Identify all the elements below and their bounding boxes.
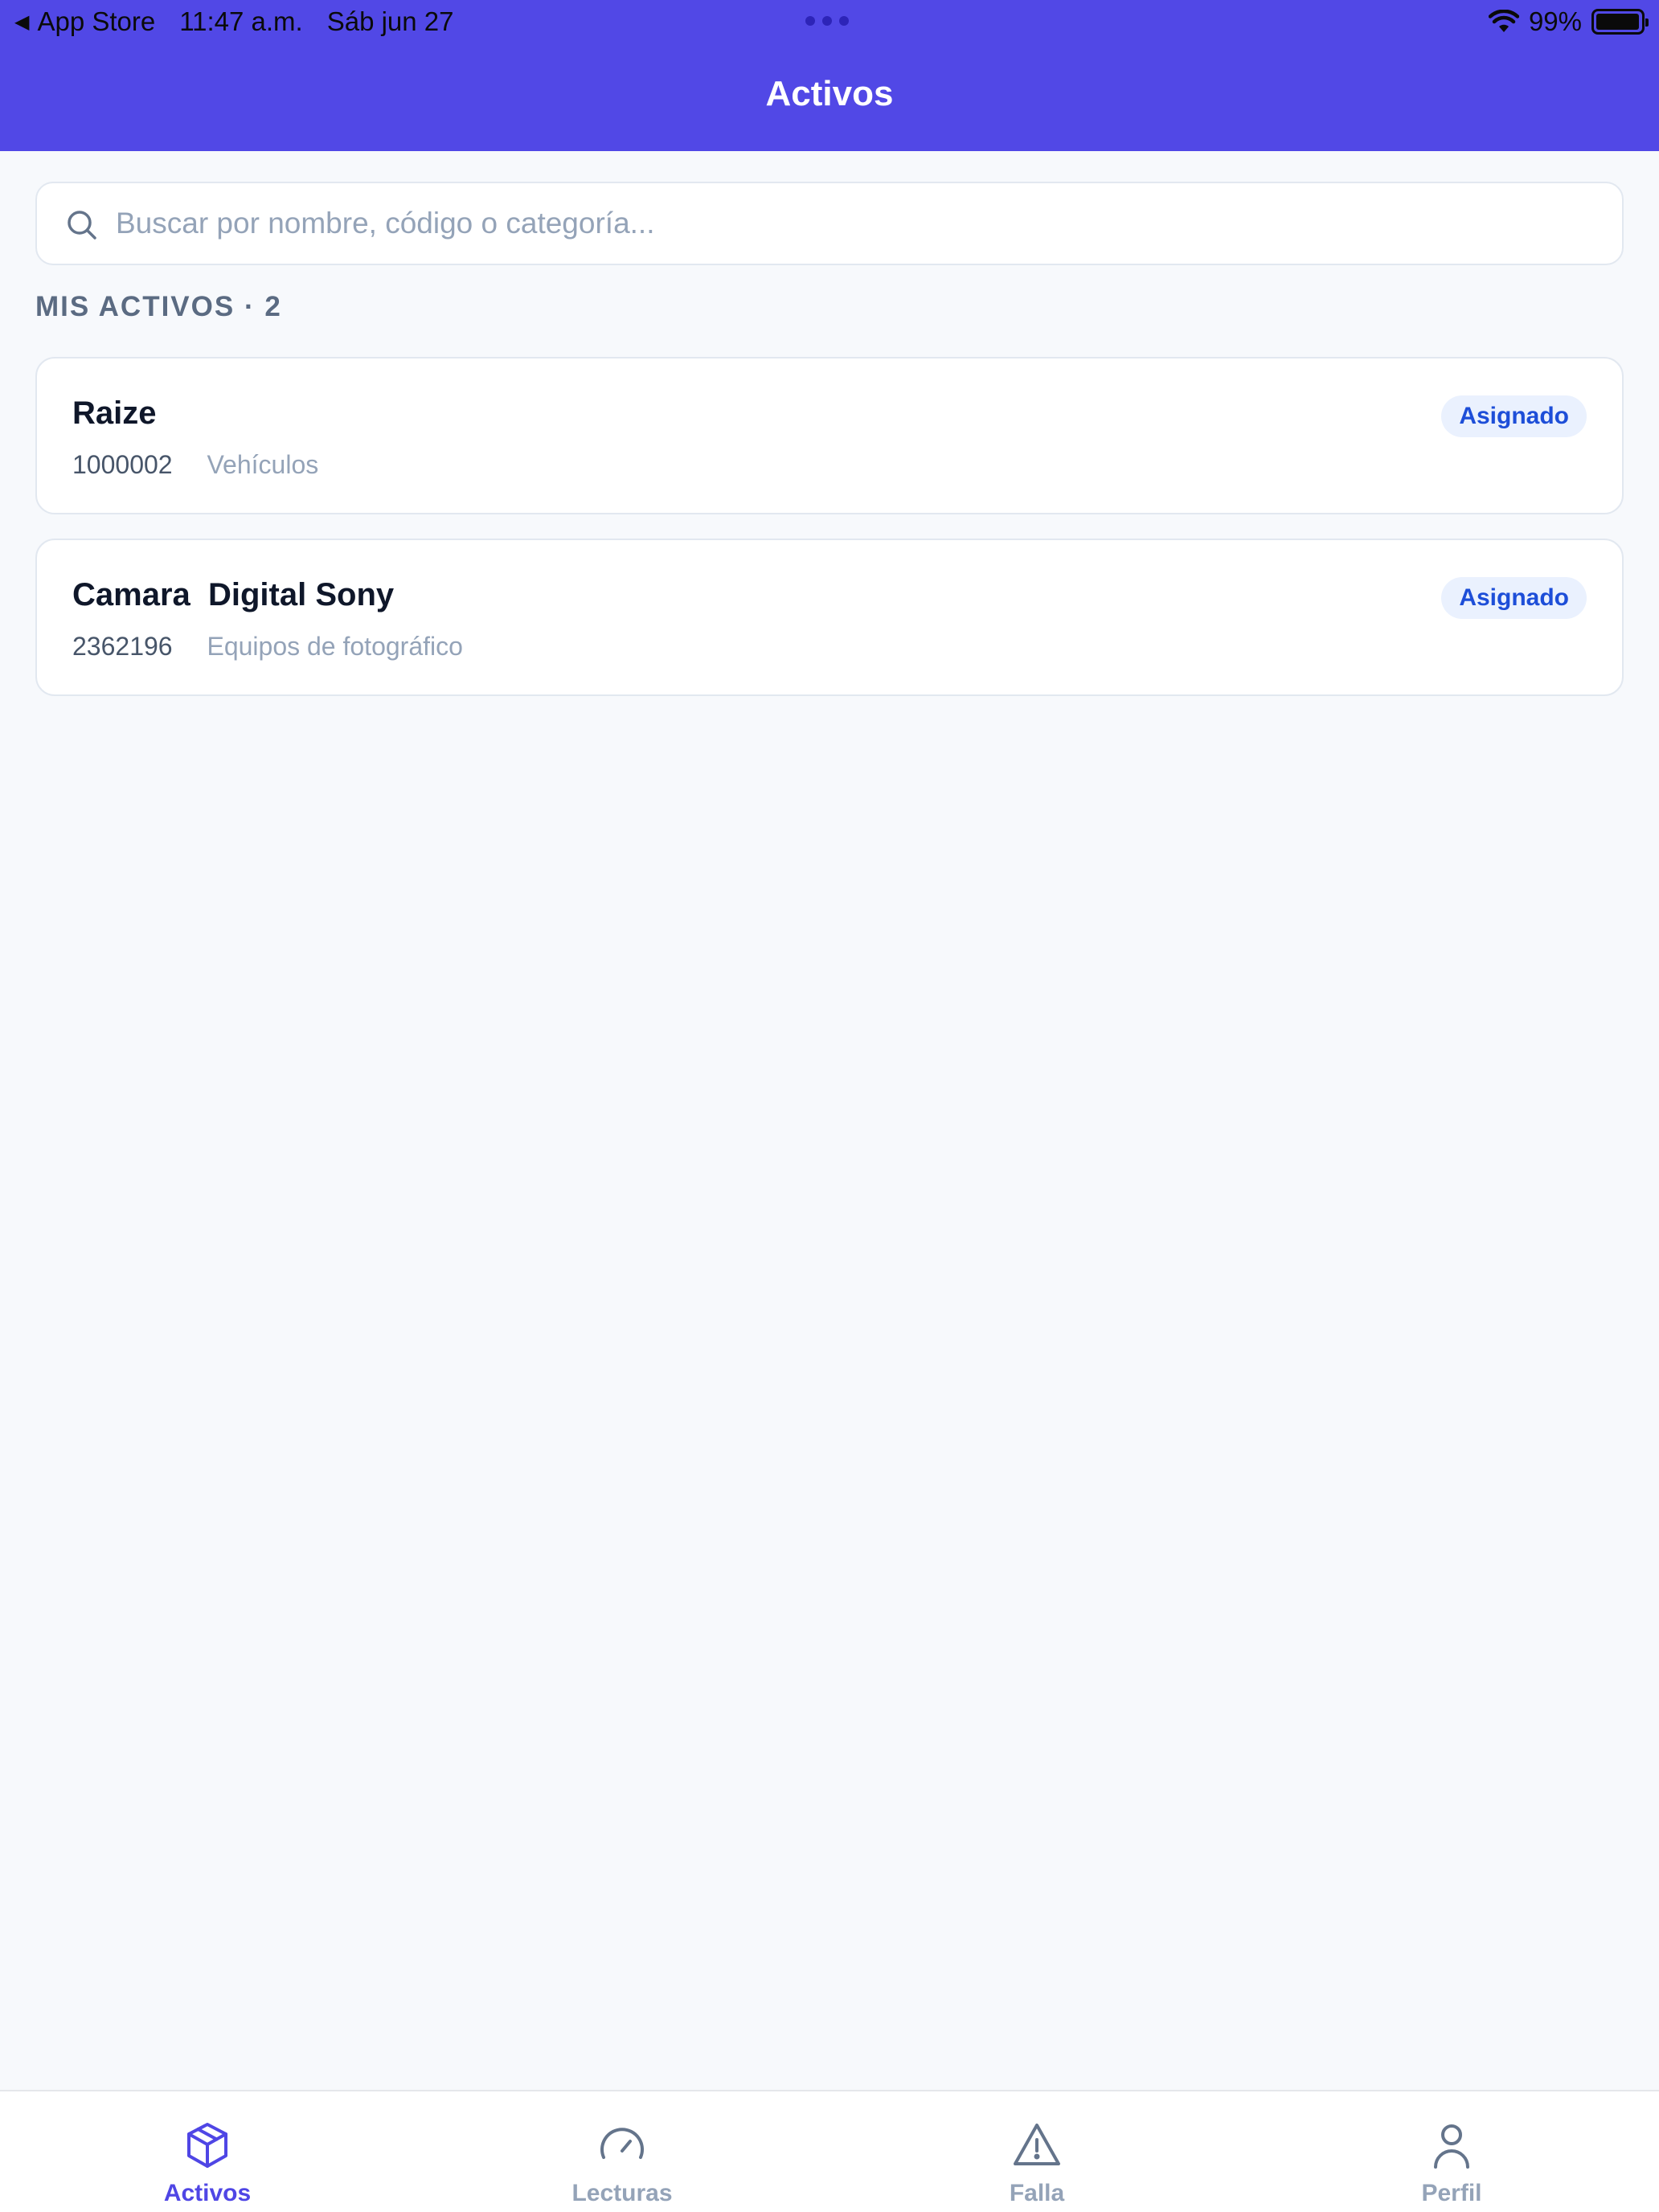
status-time: 11:47 a.m. bbox=[179, 6, 303, 36]
tab-falla[interactable]: Falla bbox=[830, 2091, 1244, 2212]
status-left: ◀ App Store 11:47 a.m. Sáb jun 27 bbox=[14, 6, 454, 37]
asset-code: 1000002 bbox=[72, 450, 173, 479]
status-date: Sáb jun 27 bbox=[326, 6, 454, 36]
asset-meta: 2362196 Equipos de fotográfico bbox=[72, 632, 463, 662]
tab-label: Lecturas bbox=[571, 2180, 673, 2206]
back-app-link[interactable]: App Store bbox=[37, 6, 155, 37]
battery-percent: 99% bbox=[1528, 6, 1582, 36]
battery-fill bbox=[1596, 14, 1640, 30]
status-right: 99% bbox=[1488, 6, 1649, 37]
tab-perfil[interactable]: Perfil bbox=[1244, 2091, 1659, 2212]
status-badge: Asignado bbox=[1441, 577, 1587, 619]
multitasking-dots-icon[interactable] bbox=[805, 16, 849, 26]
asset-name: Camara Digital Sony bbox=[72, 577, 395, 612]
app-screen: ◀ App Store 11:47 a.m. Sáb jun 27 99% Ac… bbox=[0, 0, 1659, 2212]
tab-label: Activos bbox=[163, 2180, 252, 2206]
user-icon bbox=[1434, 2124, 1469, 2169]
gauge-icon bbox=[600, 2128, 644, 2159]
asset-category: Equipos de fotográfico bbox=[207, 632, 463, 661]
battery-icon bbox=[1591, 9, 1649, 35]
search-bar[interactable] bbox=[35, 182, 1624, 265]
asset-category: Vehículos bbox=[207, 450, 319, 479]
status-bar: ◀ App Store 11:47 a.m. Sáb jun 27 99% bbox=[0, 0, 1659, 42]
tab-label: Perfil bbox=[1421, 2180, 1482, 2206]
tab-activos[interactable]: Activos bbox=[0, 2091, 415, 2212]
wifi-icon bbox=[1488, 10, 1519, 32]
tab-bar: Activos Lecturas Falla Perfil bbox=[0, 2090, 1659, 2212]
search-icon bbox=[68, 211, 96, 240]
warning-triangle-icon bbox=[1014, 2124, 1060, 2165]
header-bar: ◀ App Store 11:47 a.m. Sáb jun 27 99% Ac… bbox=[0, 0, 1659, 151]
asset-meta: 1000002 Vehículos bbox=[72, 450, 318, 480]
asset-code: 2362196 bbox=[72, 632, 173, 661]
tab-label: Falla bbox=[1009, 2180, 1065, 2206]
box-icon bbox=[187, 2123, 227, 2168]
page-title: Activos bbox=[765, 74, 894, 113]
status-badge: Asignado bbox=[1441, 395, 1587, 437]
asset-name: Raize bbox=[72, 395, 157, 431]
search-input[interactable] bbox=[116, 183, 1595, 264]
asset-card[interactable]: Camara Digital Sony 2362196 Equipos de f… bbox=[35, 539, 1624, 696]
section-label: MIS ACTIVOS · 2 bbox=[35, 291, 282, 322]
asset-card[interactable]: Raize 1000002 Vehículos Asignado bbox=[35, 357, 1624, 514]
tab-lecturas[interactable]: Lecturas bbox=[415, 2091, 830, 2212]
back-arrow-icon[interactable]: ◀ bbox=[14, 10, 29, 34]
